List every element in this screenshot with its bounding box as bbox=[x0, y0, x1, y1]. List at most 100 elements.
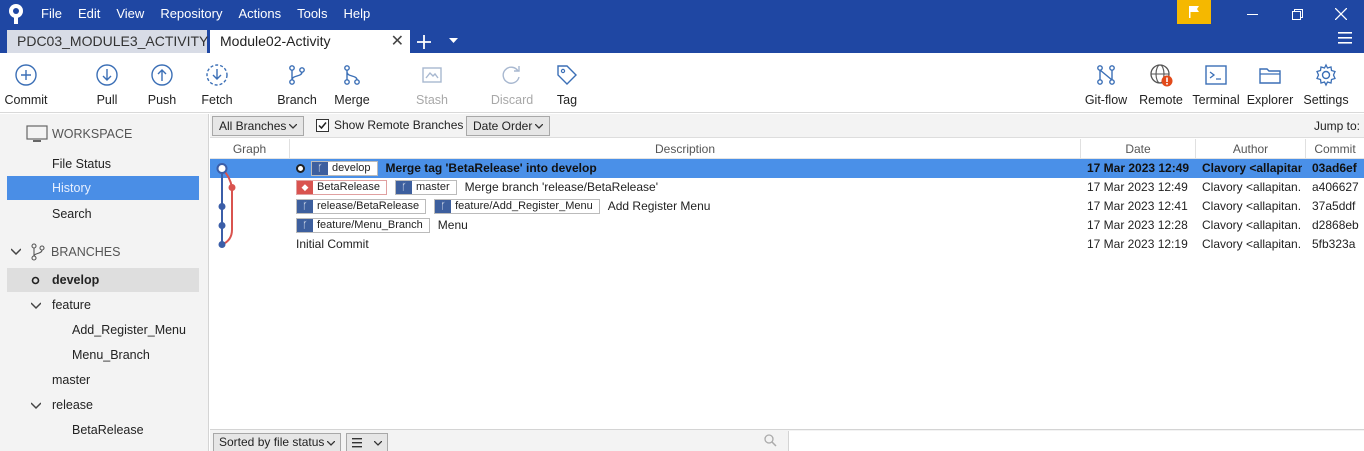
file-view-mode-dropdown[interactable] bbox=[346, 433, 388, 451]
tag-icon bbox=[557, 65, 577, 85]
sidebar-branch-beta-release[interactable]: BetaRelease bbox=[7, 418, 199, 442]
commit-date: 17 Mar 2023 12:49 bbox=[1087, 180, 1188, 194]
sidebar-folder-release[interactable]: release bbox=[7, 393, 199, 417]
plus-icon bbox=[417, 35, 431, 49]
fetch-button[interactable]: Fetch bbox=[187, 63, 247, 107]
column-graph[interactable]: Graph bbox=[210, 139, 290, 159]
sidebar-branch-develop[interactable]: develop bbox=[7, 268, 199, 292]
terminal-button[interactable]: Terminal bbox=[1186, 63, 1246, 107]
commit-description: ᚴ release/BetaRelease ᚴ feature/Add_Registe… bbox=[296, 197, 1076, 216]
monitor-icon bbox=[26, 125, 48, 142]
commit-plus-icon bbox=[15, 64, 37, 86]
gitflow-button[interactable]: Git-flow bbox=[1076, 63, 1136, 107]
sidebar-branch-master[interactable]: master bbox=[7, 368, 199, 392]
tag-label-chip[interactable]: ◆ BetaRelease bbox=[296, 180, 387, 196]
commit-author: Clavory <allapitan. bbox=[1202, 218, 1302, 232]
branch-label: develop bbox=[52, 273, 100, 287]
branch-icon: ᚴ bbox=[312, 162, 328, 176]
chevron-down-icon bbox=[449, 38, 458, 43]
commit-row[interactable]: ᚴ develop Merge tag 'BetaRelease' into dev… bbox=[210, 159, 1364, 178]
merge-button[interactable]: Merge bbox=[322, 63, 382, 107]
column-commit[interactable]: Commit bbox=[1306, 139, 1364, 159]
pull-button[interactable]: Pull bbox=[77, 63, 137, 107]
column-description[interactable]: Description bbox=[290, 139, 1081, 159]
tab-label: PDC03_MODULE3_ACTIVITY bbox=[17, 33, 209, 49]
menu-tools[interactable]: Tools bbox=[289, 0, 335, 28]
hamburger-menu-button[interactable] bbox=[1338, 31, 1354, 50]
commit-button[interactable]: Commit bbox=[0, 63, 56, 107]
terminal-icon bbox=[1205, 65, 1227, 85]
chevron-down-icon bbox=[31, 402, 41, 410]
menu-file[interactable]: File bbox=[33, 0, 70, 28]
sidebar: WORKSPACE File Status History Search BRA… bbox=[0, 114, 209, 451]
branch-label-chip[interactable]: ᚴ develop bbox=[311, 161, 378, 177]
checkbox-checked-icon bbox=[316, 118, 329, 132]
ref-label: develop bbox=[332, 162, 371, 175]
tab-module02-activity[interactable]: Module02-Activity ✕ bbox=[210, 30, 410, 53]
commit-author: Clavory <allapitan. bbox=[1202, 180, 1302, 194]
branch-label-chip[interactable]: ᚴ release/BetaRelease bbox=[296, 199, 427, 215]
commit-author: Clavory <allapitan bbox=[1202, 161, 1302, 175]
graph-node bbox=[218, 241, 226, 248]
discard-icon bbox=[502, 66, 520, 84]
stash-button[interactable]: Stash bbox=[402, 63, 462, 107]
notification-flag-button[interactable] bbox=[1177, 0, 1211, 24]
discard-button[interactable]: Discard bbox=[482, 63, 542, 107]
current-branch-icon bbox=[31, 276, 40, 285]
column-author[interactable]: Author bbox=[1196, 139, 1306, 159]
branches-label: BRANCHES bbox=[51, 245, 121, 259]
maximize-button[interactable] bbox=[1274, 0, 1320, 28]
branches-section-header[interactable]: BRANCHES bbox=[0, 240, 209, 264]
sidebar-item-search[interactable]: Search bbox=[7, 202, 199, 226]
menu-actions[interactable]: Actions bbox=[230, 0, 289, 28]
menu-bar: File Edit View Repository Actions Tools … bbox=[33, 0, 378, 28]
sidebar-branch-menu-branch[interactable]: Menu_Branch bbox=[7, 343, 199, 367]
commit-date: 17 Mar 2023 12:49 bbox=[1087, 161, 1190, 175]
graph-node bbox=[218, 222, 226, 229]
search-icon[interactable] bbox=[764, 434, 777, 447]
minimize-button[interactable] bbox=[1229, 0, 1275, 28]
branch-label-chip[interactable]: ᚴ master bbox=[395, 180, 457, 196]
commit-row[interactable]: ◆ BetaRelease ᚴ master Merge branch 'release… bbox=[210, 178, 1364, 197]
file-sort-dropdown[interactable]: Sorted by file status bbox=[213, 433, 341, 451]
explorer-button[interactable]: Explorer bbox=[1240, 63, 1300, 107]
menu-view[interactable]: View bbox=[108, 0, 152, 28]
tab-pdc03-module3-activity[interactable]: PDC03_MODULE3_ACTIVITY bbox=[7, 30, 209, 53]
workspace-label: WORKSPACE bbox=[52, 127, 133, 141]
commit-hash: a406627 bbox=[1312, 180, 1359, 194]
sidebar-item-history[interactable]: History bbox=[7, 176, 199, 200]
column-date[interactable]: Date bbox=[1081, 139, 1196, 159]
tab-list-dropdown[interactable] bbox=[449, 32, 458, 52]
tab-close-icon[interactable]: ✕ bbox=[391, 30, 404, 53]
commit-row[interactable]: ᚴ release/BetaRelease ᚴ feature/Add_Registe… bbox=[210, 197, 1364, 216]
menu-repository[interactable]: Repository bbox=[152, 0, 230, 28]
commit-row[interactable]: ᚴ feature/Menu_Branch Menu 17 Mar 2023 12:2… bbox=[210, 216, 1364, 235]
branch-button[interactable]: Branch bbox=[267, 63, 327, 107]
commit-message: Merge tag 'BetaRelease' into develop bbox=[385, 161, 597, 175]
sidebar-folder-feature[interactable]: feature bbox=[7, 293, 199, 317]
settings-button[interactable]: Settings bbox=[1296, 63, 1356, 107]
dropdown-value: Date Order bbox=[473, 119, 533, 133]
menu-help[interactable]: Help bbox=[335, 0, 378, 28]
sidebar-branch-add-register-menu[interactable]: Add_Register_Menu bbox=[7, 318, 199, 342]
push-up-arrow-icon bbox=[151, 64, 173, 86]
push-button[interactable]: Push bbox=[132, 63, 192, 107]
branch-label-chip[interactable]: ᚴ feature/Menu_Branch bbox=[296, 218, 430, 234]
commit-row[interactable]: Initial Commit 17 Mar 2023 12:19 Clavory <… bbox=[210, 235, 1364, 254]
order-dropdown[interactable]: Date Order bbox=[466, 116, 550, 136]
tag-button[interactable]: Tag bbox=[537, 63, 597, 107]
chevron-down-icon bbox=[535, 124, 543, 129]
sidebar-item-file-status[interactable]: File Status bbox=[7, 152, 199, 176]
branch-label-chip[interactable]: ᚴ feature/Add_Register_Menu bbox=[434, 199, 600, 215]
branches-filter-dropdown[interactable]: All Branches bbox=[212, 116, 304, 136]
graph-node-head bbox=[216, 163, 228, 174]
menu-edit[interactable]: Edit bbox=[70, 0, 108, 28]
ref-label: master bbox=[416, 181, 450, 194]
close-window-button[interactable] bbox=[1318, 0, 1364, 28]
new-tab-button[interactable] bbox=[416, 30, 432, 55]
commit-date: 17 Mar 2023 12:19 bbox=[1087, 237, 1188, 251]
remote-button[interactable]: Remote bbox=[1131, 63, 1191, 107]
commit-author: Clavory <allapitan. bbox=[1202, 237, 1302, 251]
branch-icon bbox=[31, 243, 45, 261]
show-remote-branches-checkbox[interactable]: Show Remote Branches bbox=[316, 118, 463, 132]
